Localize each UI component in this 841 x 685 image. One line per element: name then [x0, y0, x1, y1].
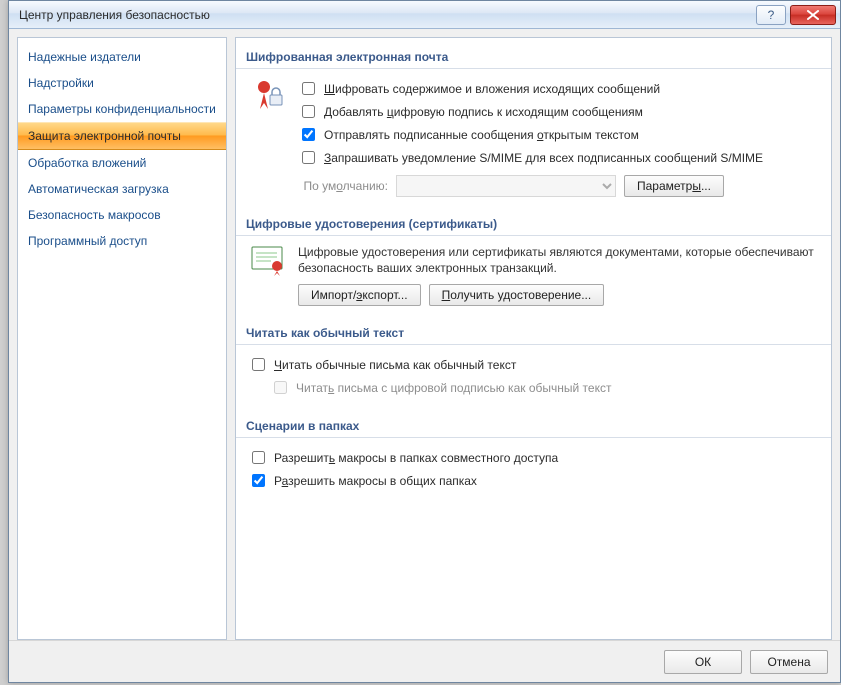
section-header: Сценарии в папках: [236, 413, 831, 438]
get-certificate-button[interactable]: Получить удостоверение...: [429, 284, 605, 306]
checkbox[interactable]: [252, 358, 265, 371]
window-buttons: ?: [756, 5, 840, 25]
checkbox-label: Добавлять цифровую подпись к исходящим с…: [324, 105, 643, 119]
checkbox-label: Читать обычные письма как обычный текст: [274, 358, 516, 372]
section-header: Шифрованная электронная почта: [236, 44, 831, 69]
checkbox-label: Разрешить макросы в общих папках: [274, 474, 477, 488]
checkbox-row[interactable]: Добавлять цифровую подпись к исходящим с…: [298, 100, 819, 123]
checkbox[interactable]: [302, 128, 315, 141]
section-plaintext: Читать как обычный текст Читать обычные …: [236, 320, 831, 403]
section-certificates: Цифровые удостоверения (сертификаты): [236, 211, 831, 310]
default-setting-combo[interactable]: [396, 175, 616, 197]
import-export-button[interactable]: Импорт/экспорт...: [298, 284, 421, 306]
sidebar-item[interactable]: Программный доступ: [18, 228, 226, 254]
checkbox[interactable]: [302, 82, 315, 95]
default-setting-row: По умолчанию: Параметры...: [298, 175, 819, 197]
checkbox[interactable]: [252, 474, 265, 487]
checkbox-row[interactable]: Запрашивать уведомление S/MIME для всех …: [298, 146, 819, 169]
content-pane: Шифрованная электронная почта Шифровать …: [235, 37, 832, 640]
close-icon: [807, 10, 819, 20]
certificate-icon: [248, 244, 288, 276]
section-header: Цифровые удостоверения (сертификаты): [236, 211, 831, 236]
checkbox-row[interactable]: Шифровать содержимое и вложения исходящи…: [298, 77, 819, 100]
checkbox-label: Читать письма с цифровой подписью как об…: [296, 381, 611, 395]
cert-description: Цифровые удостоверения или сертификаты я…: [298, 244, 819, 276]
trust-center-dialog: Центр управления безопасностью ? Надежны…: [8, 0, 841, 683]
sidebar-item[interactable]: Надежные издатели: [18, 44, 226, 70]
checkbox[interactable]: [252, 451, 265, 464]
section-header: Читать как обычный текст: [236, 320, 831, 345]
checkbox-label: Запрашивать уведомление S/MIME для всех …: [324, 151, 763, 165]
help-button[interactable]: ?: [756, 5, 786, 25]
ribbon-lock-icon: [248, 77, 288, 115]
checkbox-label: Шифровать содержимое и вложения исходящи…: [324, 82, 660, 96]
default-setting-label: По умолчанию:: [298, 179, 388, 193]
checkbox-label: Разрешить макросы в папках совместного д…: [274, 451, 558, 465]
close-button[interactable]: [790, 5, 836, 25]
sidebar-item[interactable]: Безопасность макросов: [18, 202, 226, 228]
cancel-button[interactable]: Отмена: [750, 650, 828, 674]
checkbox-label: Отправлять подписанные сообщения открыты…: [324, 128, 639, 142]
checkbox-row: Читать письма с цифровой подписью как об…: [248, 376, 819, 399]
section-folder-scripts: Сценарии в папках Разрешить макросы в па…: [236, 413, 831, 496]
parameters-button[interactable]: Параметры...: [624, 175, 724, 197]
sidebar-item[interactable]: Автоматическая загрузка: [18, 176, 226, 202]
window-title: Центр управления безопасностью: [19, 8, 756, 22]
sidebar-item[interactable]: Защита электронной почты: [18, 122, 226, 150]
checkbox-row[interactable]: Разрешить макросы в папках совместного д…: [248, 446, 819, 469]
sidebar-item[interactable]: Надстройки: [18, 70, 226, 96]
section-encrypted-email: Шифрованная электронная почта Шифровать …: [236, 44, 831, 201]
checkbox[interactable]: [302, 105, 315, 118]
sidebar-item[interactable]: Обработка вложений: [18, 150, 226, 176]
client-area: Надежные издателиНадстройкиПараметры кон…: [17, 37, 832, 640]
ok-button[interactable]: ОК: [664, 650, 742, 674]
dialog-footer: ОК Отмена: [9, 640, 840, 682]
titlebar: Центр управления безопасностью ?: [9, 1, 840, 29]
checkbox: [274, 381, 287, 394]
sidebar: Надежные издателиНадстройкиПараметры кон…: [17, 37, 227, 640]
checkbox-row[interactable]: Читать обычные письма как обычный текст: [248, 353, 819, 376]
checkbox[interactable]: [302, 151, 315, 164]
checkbox-row[interactable]: Отправлять подписанные сообщения открыты…: [298, 123, 819, 146]
sidebar-item[interactable]: Параметры конфиденциальности: [18, 96, 226, 122]
checkbox-row[interactable]: Разрешить макросы в общих папках: [248, 469, 819, 492]
